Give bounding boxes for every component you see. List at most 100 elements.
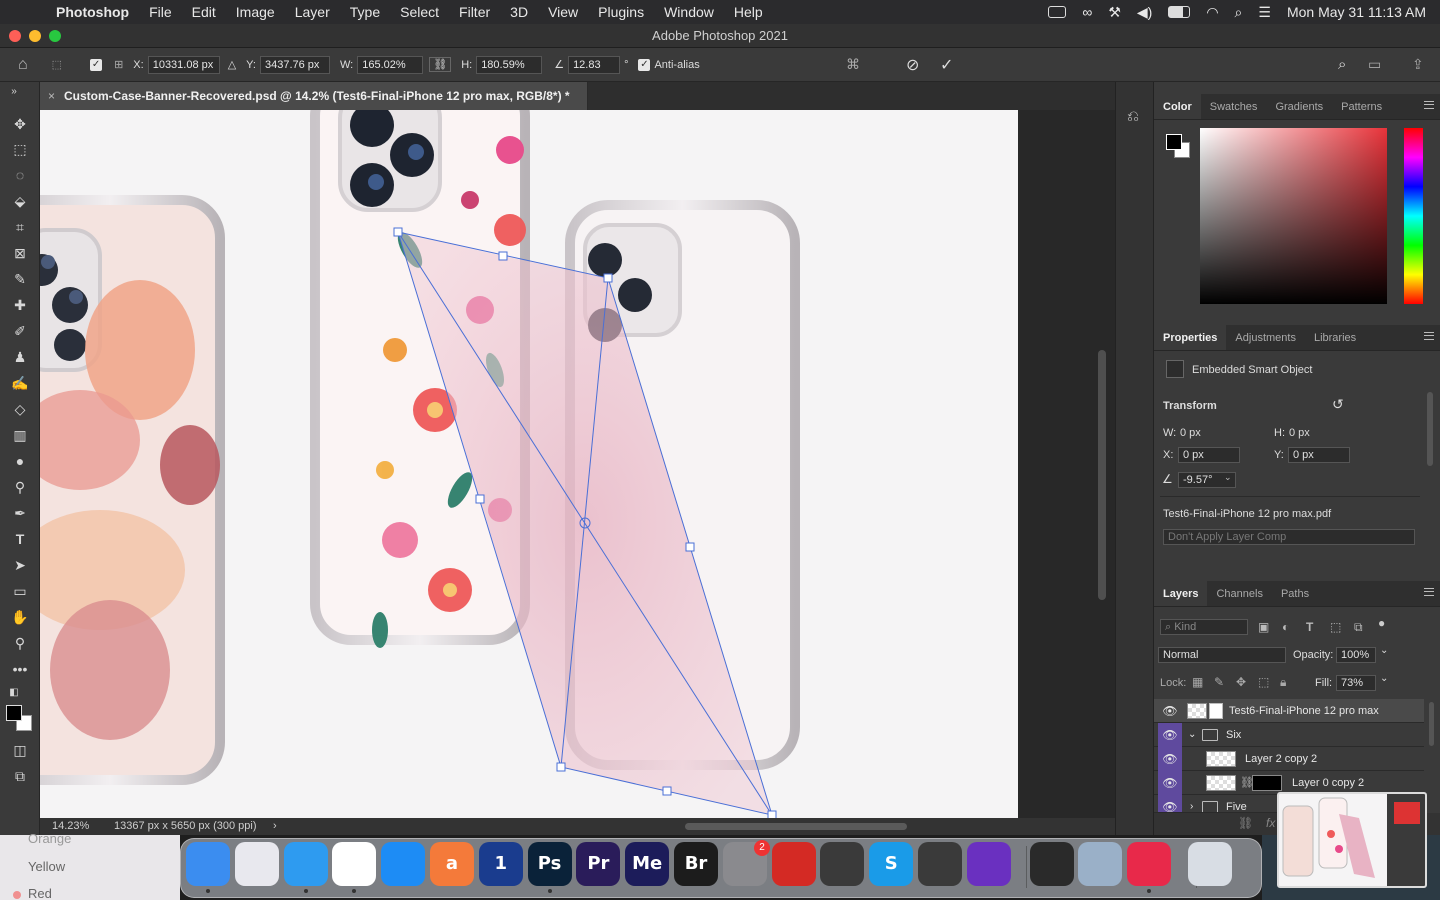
creative-cloud-icon[interactable]: ∞ [1082, 4, 1092, 20]
blend-mode-select[interactable]: Normal [1158, 647, 1286, 663]
healing-brush-tool-icon[interactable]: ✚ [10, 295, 30, 315]
object-select-tool-icon[interactable]: ⬙ [10, 191, 30, 211]
zoom-tool-icon[interactable]: ⚲ [10, 633, 30, 653]
layers-scrollbar[interactable] [1429, 702, 1434, 746]
dock-app-chrome[interactable] [332, 842, 377, 886]
foreground-color-swatch[interactable] [6, 705, 22, 721]
chevron-down-icon[interactable]: ⌄ [1188, 723, 1196, 747]
filter-type-icon[interactable]: T [1306, 620, 1313, 634]
reference-point-grid-icon[interactable]: ⊞ [114, 58, 123, 71]
h-field[interactable]: 180.59% [476, 55, 543, 74]
menu-view[interactable]: View [548, 4, 578, 20]
move-tool-icon[interactable]: ✥ [10, 114, 30, 134]
filter-toggle-icon[interactable]: ● [1378, 616, 1385, 630]
stamp-tool-icon[interactable]: ♟ [10, 347, 30, 367]
link-icon[interactable]: ⛓ [429, 57, 452, 72]
filter-adjustment-icon[interactable]: ◐ [1282, 620, 1289, 634]
visibility-eye-icon[interactable]: 👁︎ [1158, 747, 1182, 771]
dock-app-quicktime[interactable] [1029, 842, 1074, 886]
crop-tool-icon[interactable]: ⌗ [10, 217, 30, 237]
commit-transform-icon[interactable]: ✓ [940, 55, 953, 75]
tab-libraries[interactable]: Libraries [1305, 325, 1365, 350]
minimize-window-button[interactable] [29, 30, 41, 42]
menu-3d[interactable]: 3D [510, 4, 528, 20]
visibility-eye-icon[interactable]: 👁︎ [1158, 699, 1182, 723]
close-window-button[interactable] [9, 30, 21, 42]
status-arrow-icon[interactable]: › [273, 818, 277, 835]
lock-artboard-icon[interactable]: ⬚ [1258, 675, 1269, 689]
dodge-tool-icon[interactable]: ⚲ [10, 477, 30, 497]
dock-app-audio[interactable] [966, 842, 1011, 886]
color-field[interactable] [1200, 128, 1387, 304]
screenshot-preview-thumbnail[interactable] [1277, 792, 1427, 888]
dock-app-acrobat[interactable] [771, 842, 816, 886]
document-dimensions[interactable]: 13367 px x 5650 px (300 ppi) [114, 818, 257, 835]
tab-patterns[interactable]: Patterns [1332, 94, 1391, 119]
hand-tool-icon[interactable]: ✋ [10, 607, 30, 627]
artboard[interactable] [40, 110, 1018, 818]
wifi-icon[interactable]: ◠ [1206, 4, 1218, 21]
layer-comp-select[interactable]: Don't Apply Layer Comp [1163, 529, 1415, 545]
filter-smart-object-icon[interactable]: ⧉ [1354, 620, 1363, 635]
menu-layer[interactable]: Layer [295, 4, 330, 20]
link-layers-icon[interactable]: ⛓ [1238, 816, 1253, 830]
lock-pixels-icon[interactable]: ✎ [1214, 675, 1224, 689]
prop-h-value[interactable]: 0 px [1289, 427, 1310, 439]
workspace-icon[interactable]: ▭ [1368, 56, 1381, 73]
search-icon[interactable]: ⌕ [1235, 4, 1243, 21]
history-brush-tool-icon[interactable]: ✍ [10, 373, 30, 393]
dock-app-skype[interactable]: S [869, 842, 914, 886]
vertical-scrollbar[interactable] [1098, 350, 1106, 600]
screen-mode-icon[interactable]: ⧉ [10, 766, 30, 786]
menu-select[interactable]: Select [400, 4, 439, 20]
history-panel-icon[interactable]: ⎌ [1127, 108, 1139, 125]
dock-app-media-encoder[interactable]: Me [625, 842, 670, 886]
eyedropper-tool-icon[interactable]: ✎ [10, 269, 30, 289]
share-icon[interactable]: ⇪ [1412, 56, 1424, 73]
menu-help[interactable]: Help [734, 4, 763, 20]
tab-paths[interactable]: Paths [1272, 581, 1318, 606]
dock-app-creative-cloud[interactable] [1127, 842, 1172, 886]
app-menu[interactable]: Photoshop [56, 4, 129, 20]
menu-file[interactable]: File [149, 4, 172, 20]
prop-y-field[interactable]: 0 px [1288, 447, 1350, 463]
tab-swatches[interactable]: Swatches [1201, 94, 1267, 119]
home-icon[interactable]: ⌂ [18, 56, 28, 74]
marquee-tool-icon[interactable]: ⬚ [10, 139, 30, 159]
w-field[interactable]: 165.02% [357, 55, 424, 74]
dock-app-app-store[interactable] [381, 842, 426, 886]
visibility-eye-icon[interactable]: 👁︎ [1158, 795, 1182, 812]
type-tool-icon[interactable]: T [10, 529, 30, 549]
prop-w-value[interactable]: 0 px [1180, 427, 1201, 439]
dock-app-bridge[interactable]: Br [674, 842, 718, 886]
color-panel-menu-icon[interactable] [1424, 101, 1434, 109]
tab-adjustments[interactable]: Adjustments [1226, 325, 1305, 350]
dock-app-calculator[interactable] [820, 842, 865, 886]
document-tab[interactable]: × Custom-Case-Banner-Recovered.psd @ 14.… [40, 82, 588, 110]
y-field[interactable]: 3437.76 px [259, 55, 330, 74]
layer-row[interactable]: 👁︎ ⌄ Six [1154, 723, 1424, 747]
chevron-right-icon[interactable]: › [1190, 795, 1193, 812]
desktop-item-orange[interactable]: Orange [28, 831, 71, 846]
collapse-toolbar-icon[interactable]: » [4, 82, 24, 102]
dock-app-final-cut[interactable] [918, 842, 962, 886]
lock-position-icon[interactable]: ✥ [1236, 675, 1246, 689]
reset-transform-icon[interactable]: ↺ [1332, 396, 1344, 413]
tab-color[interactable]: Color [1154, 94, 1201, 119]
prop-x-field[interactable]: 0 px [1178, 447, 1240, 463]
clock[interactable]: Mon May 31 11:13 AM [1287, 4, 1426, 20]
visibility-eye-icon[interactable]: 👁︎ [1158, 723, 1182, 747]
desktop-item-yellow[interactable]: Yellow [28, 859, 65, 874]
battery-icon[interactable] [1168, 6, 1191, 18]
layer-row[interactable]: 👁︎ Layer 2 copy 2 [1154, 747, 1424, 771]
search-icon[interactable]: ⌕ [1338, 56, 1346, 73]
default-colors-icon[interactable]: ◧ ⇆ [4, 683, 24, 718]
dock-app-launchpad[interactable] [234, 842, 279, 886]
menu-window[interactable]: Window [664, 4, 714, 20]
path-select-tool-icon[interactable]: ➤ [10, 555, 30, 575]
x-field[interactable]: 10331.08 px [147, 55, 220, 74]
delta-icon[interactable]: △ [228, 58, 236, 71]
menu-edit[interactable]: Edit [192, 4, 216, 20]
visibility-eye-icon[interactable]: 👁︎ [1158, 771, 1182, 795]
dock-app-1password[interactable]: 1 [478, 842, 523, 886]
